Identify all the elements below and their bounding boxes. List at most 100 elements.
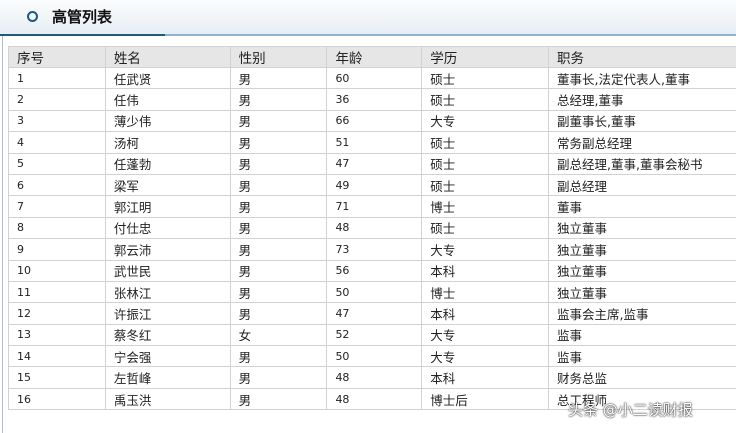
table-cell: 梁军 [104, 173, 231, 197]
table-cell: 郭江明 [104, 195, 231, 218]
table-cell: 51 [326, 131, 423, 154]
table-cell: 本科 [421, 302, 550, 325]
column-header[interactable]: 性别 [229, 46, 328, 68]
table-cell: 男 [229, 131, 328, 154]
table-cell: 11 [8, 280, 106, 304]
table-cell: 宁会强 [104, 345, 231, 368]
table-cell: 硕士 [421, 88, 550, 111]
table-cell: 男 [229, 345, 328, 368]
table-cell: 60 [326, 66, 423, 90]
table-cell: 本科 [421, 259, 550, 282]
executives-table: 序号 姓名 性别 年龄 学历 职务 1 任武贤男 60 硕士 董事长,法定代表人,董事 2 任伟男 36… [8, 46, 736, 411]
column-header[interactable]: 年龄 [326, 46, 423, 68]
table-cell: 硕士 [421, 152, 550, 175]
table-cell: 男 [229, 216, 328, 240]
left-border [2, 0, 3, 433]
table-cell: 73 [326, 238, 423, 261]
table-row: 11 张林江男 50 博士 独立董事 [8, 280, 736, 304]
table-cell: 总经理,董事 [548, 88, 736, 111]
table-cell: 50 [326, 280, 423, 304]
column-header[interactable]: 姓名 [104, 46, 231, 68]
table-cell: 男 [229, 88, 328, 111]
table-cell: 12 [8, 302, 106, 325]
table-cell: 任伟 [104, 88, 231, 111]
table-cell: 男 [229, 173, 328, 197]
table-cell: 蔡冬红 [104, 323, 231, 347]
table-cell: 9 [8, 238, 106, 261]
table-cell: 董事长,法定代表人,董事 [548, 66, 736, 90]
table-cell: 男 [229, 387, 328, 411]
column-header[interactable]: 学历 [421, 46, 550, 68]
table-cell: 2 [8, 88, 106, 111]
table-cell: 5 [8, 152, 106, 175]
table-cell: 副总经理,董事,董事会秘书 [548, 152, 736, 175]
table-cell: 7 [8, 195, 106, 218]
table-cell: 男 [229, 366, 328, 389]
table-cell: 56 [326, 259, 423, 282]
table-cell: 硕士 [421, 66, 550, 90]
table-cell: 52 [326, 323, 423, 347]
table-cell: 监事 [548, 323, 736, 347]
table-cell: 6 [8, 173, 106, 197]
table-cell: 硕士 [421, 216, 550, 240]
table-cell: 博士 [421, 195, 550, 218]
table-cell: 男 [229, 195, 328, 218]
table-row: 8 付仕忠男 48 硕士 独立董事 [8, 216, 736, 240]
table-row: 1 任武贤男 60 硕士 董事长,法定代表人,董事 [8, 66, 736, 90]
table-cell: 武世民 [104, 259, 231, 282]
table-cell: 副总经理 [548, 173, 736, 197]
table-cell: 47 [326, 302, 423, 325]
table-cell: 13 [8, 323, 106, 347]
table-cell: 3 [8, 109, 106, 133]
column-header[interactable]: 序号 [8, 46, 106, 68]
table-cell: 张林江 [104, 280, 231, 304]
table-cell: 监事 [548, 345, 736, 368]
table-cell: 禹玉洪 [104, 387, 231, 411]
table-cell: 36 [326, 88, 423, 111]
table-cell: 独立董事 [548, 216, 736, 240]
table-row: 7 郭江明男 71 博士 董事 [8, 195, 736, 218]
table-cell: 14 [8, 345, 106, 368]
table-cell: 16 [8, 387, 106, 411]
table-cell: 常务副总经理 [548, 131, 736, 154]
table-cell: 付仕忠 [104, 216, 231, 240]
table-cell: 监事会主席,监事 [548, 302, 736, 325]
table-cell: 大专 [421, 238, 550, 261]
circle-bullet-icon [27, 11, 38, 22]
table-cell: 48 [326, 366, 423, 389]
table-cell: 薄少伟 [104, 109, 231, 133]
header-underline [0, 34, 736, 36]
table-cell: 女 [229, 323, 328, 347]
table-row: 13 蔡冬红女 52 大专 监事 [8, 323, 736, 347]
table-cell: 15 [8, 366, 106, 389]
table-cell: 男 [229, 152, 328, 175]
watermark: 头条 @小二读财报 [568, 401, 693, 419]
table-cell: 8 [8, 216, 106, 240]
table-row: 6 梁军男 49 硕士 副总经理 [8, 173, 736, 197]
table-cell: 男 [229, 302, 328, 325]
section-header: 高管列表 [0, 0, 736, 34]
table-cell: 50 [326, 345, 423, 368]
table-cell: 独立董事 [548, 259, 736, 282]
table-cell: 男 [229, 259, 328, 282]
table-row: 10 武世民男 56 本科 独立董事 [8, 259, 736, 282]
table-cell: 男 [229, 109, 328, 133]
table-cell: 4 [8, 131, 106, 154]
table-row: 4 汤柯男 51 硕士 常务副总经理 [8, 131, 736, 154]
table-cell: 大专 [421, 109, 550, 133]
table-cell: 独立董事 [548, 280, 736, 304]
table-cell: 董事 [548, 195, 736, 218]
table-cell: 66 [326, 109, 423, 133]
table-cell: 48 [326, 216, 423, 240]
table-row: 12 许振江男 47 本科 监事会主席,监事 [8, 302, 736, 325]
table-cell: 任武贤 [104, 66, 231, 90]
column-header[interactable]: 职务 [548, 46, 736, 68]
table-cell: 独立董事 [548, 238, 736, 261]
table-cell: 49 [326, 173, 423, 197]
table-cell: 左哲峰 [104, 366, 231, 389]
table-cell: 男 [229, 280, 328, 304]
table-cell: 副董事长,董事 [548, 109, 736, 133]
table-cell: 硕士 [421, 131, 550, 154]
table-row: 15 左哲峰男 48 本科 财务总监 [8, 366, 736, 389]
table-cell: 财务总监 [548, 366, 736, 389]
